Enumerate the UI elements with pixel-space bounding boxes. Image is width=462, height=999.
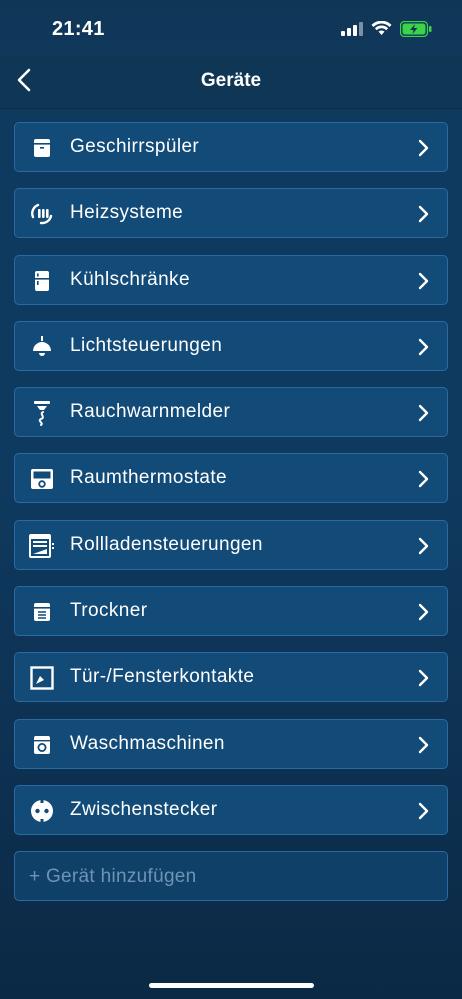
cellular-signal-icon [341, 21, 363, 41]
smoke-detector-icon [29, 400, 55, 427]
list-item-heizsysteme[interactable]: Heizsysteme [14, 188, 448, 239]
list-item-kuehlschraenke[interactable]: Kühlschränke [14, 254, 448, 305]
list-item-label: Kühlschränke [70, 268, 190, 290]
list-item-rollladensteuerungen[interactable]: Rollladensteuerungen [14, 519, 448, 570]
list-item-zwischenstecker[interactable]: Zwischenstecker [14, 784, 448, 835]
list-item-rauchwarnmelder[interactable]: Rauchwarnmelder [14, 387, 448, 438]
chevron-right-icon [417, 138, 431, 158]
washing-machine-icon [29, 732, 55, 758]
add-device-label: + Gerät hinzufügen [29, 866, 197, 888]
smart-plug-icon [29, 798, 55, 824]
list-item-raumthermostate[interactable]: Raumthermostate [14, 453, 448, 504]
list-item-label: Tür-/Fensterkontakte [70, 666, 255, 688]
list-item-label: Rollladensteuerungen [70, 533, 263, 555]
dryer-icon [29, 599, 55, 625]
list-item-label: Heizsysteme [70, 202, 184, 224]
home-indicator[interactable] [149, 983, 314, 988]
list-item-geschirrspueler[interactable]: Geschirrspüler [14, 122, 448, 172]
roller-shutter-icon [29, 533, 55, 559]
heating-icon [29, 201, 55, 227]
list-item-label: Waschmaschinen [70, 732, 225, 754]
list-item-label: Rauchwarnmelder [70, 401, 231, 423]
dishwasher-icon [29, 135, 55, 161]
list-item-lichtsteuerungen[interactable]: Lichtsteuerungen [14, 320, 448, 371]
wifi-icon [371, 20, 392, 41]
door-window-contact-icon [29, 665, 55, 691]
fridge-icon [29, 268, 55, 294]
list-item-trockner[interactable]: Trockner [14, 586, 448, 637]
list-item-label: Lichtsteuerungen [70, 334, 223, 356]
list-item-tuer-fensterkontakte[interactable]: Tür-/Fensterkontakte [14, 652, 448, 703]
chevron-right-icon [417, 204, 431, 224]
chevron-right-icon [417, 271, 431, 291]
room-thermostat-icon [29, 466, 55, 492]
battery-charging-icon [399, 20, 432, 42]
chevron-right-icon [417, 403, 431, 423]
status-icons [341, 20, 432, 42]
status-bar: 21:41 [0, 0, 462, 56]
status-time: 21:41 [52, 18, 105, 40]
list-item-label: Trockner [70, 600, 148, 622]
page-title: Geräte [200, 70, 262, 91]
list-item-waschmaschinen[interactable]: Waschmaschinen [14, 718, 448, 769]
navigation-bar: Geräte [0, 56, 462, 109]
list-item-label: Raumthermostate [70, 467, 228, 489]
chevron-right-icon [417, 602, 431, 622]
chevron-right-icon [417, 668, 431, 688]
list-item-label: Zwischenstecker [70, 798, 218, 820]
chevron-right-icon [417, 469, 431, 489]
chevron-right-icon [417, 536, 431, 556]
device-category-list: Geschirrspüler Heizsysteme Kühlschränke … [14, 122, 448, 902]
add-device-button[interactable]: + Gerät hinzufügen [14, 851, 448, 902]
chevron-right-icon [417, 801, 431, 821]
ceiling-lamp-icon [29, 334, 55, 360]
chevron-right-icon [417, 735, 431, 755]
list-item-label: Geschirrspüler [70, 136, 200, 157]
chevron-right-icon [417, 337, 431, 357]
